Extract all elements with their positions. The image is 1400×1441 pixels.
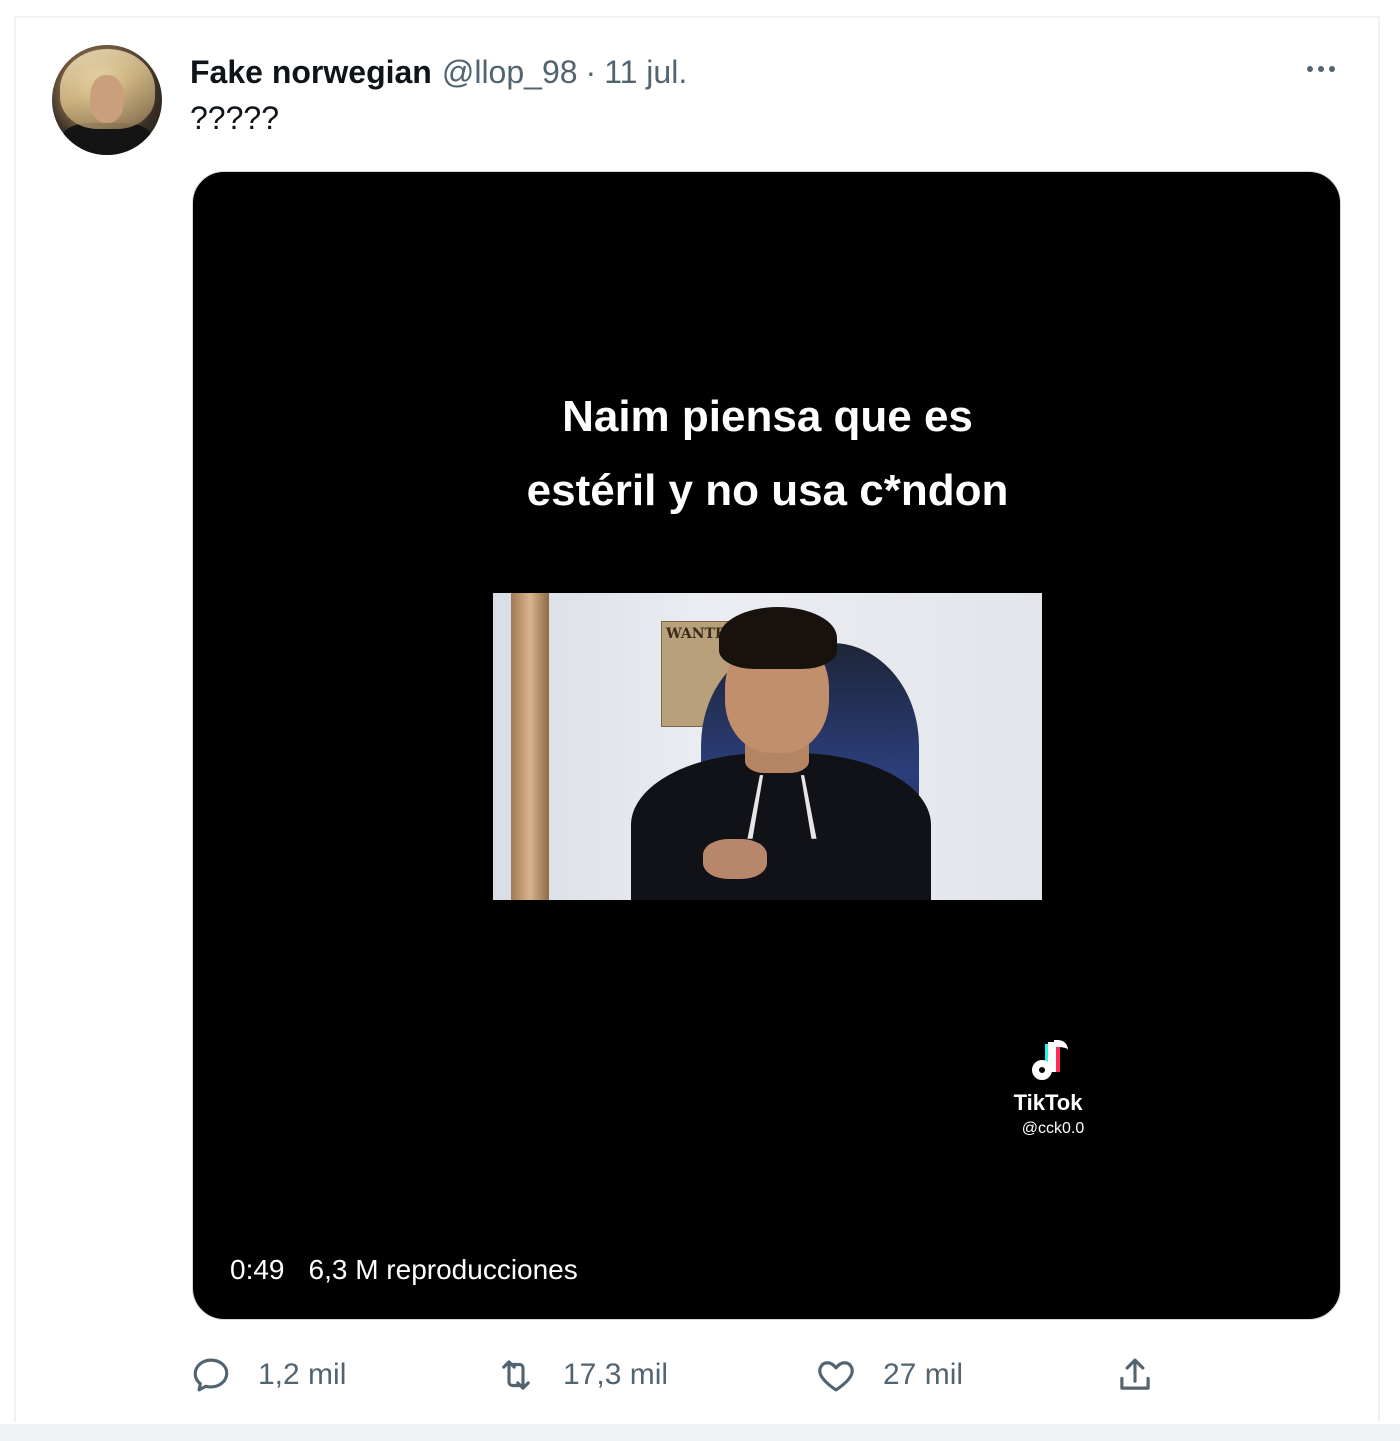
next-tweet-divider — [0, 1424, 1400, 1441]
share-icon — [1120, 1358, 1150, 1390]
reply-button[interactable]: 1,2 mil — [190, 1350, 346, 1400]
avatar-face — [90, 75, 124, 123]
avatar[interactable] — [52, 45, 162, 155]
heart-icon — [818, 1361, 854, 1392]
more-dot — [1307, 66, 1313, 72]
door-frame — [511, 593, 549, 900]
video-views: 6,3 M reproducciones — [308, 1254, 578, 1285]
video-caption: Naim piensa que es estéril y no usa c*nd… — [193, 380, 1340, 528]
tiktok-icon-bowl — [1032, 1060, 1052, 1080]
more-icon[interactable] — [1300, 54, 1342, 84]
person-hand — [703, 839, 767, 879]
tweet-actions: 1,2 mil 17,3 mil 27 mil — [190, 1350, 1350, 1400]
person-hair — [719, 607, 837, 669]
author-name[interactable]: Fake norwegian — [190, 54, 432, 91]
video-duration: 0:49 — [230, 1254, 285, 1285]
retweet-count: 17,3 mil — [563, 1358, 669, 1391]
tiktok-icon-flag — [1054, 1040, 1068, 1059]
tweet-header: Fake norwegian @llop_98 · 11 jul. — [190, 52, 687, 92]
like-count: 27 mil — [883, 1358, 964, 1391]
like-button[interactable]: 27 mil — [815, 1350, 963, 1400]
tweet-date[interactable]: 11 jul. — [604, 54, 687, 91]
share-button[interactable] — [1114, 1350, 1156, 1400]
tiktok-username: @cck0.0 — [1021, 1120, 1085, 1137]
reply-count: 1,2 mil — [258, 1358, 347, 1391]
video-player[interactable]: Naim piensa que es estéril y no usa c*nd… — [192, 171, 1341, 1320]
tiktok-brand: TikTok — [1013, 1090, 1083, 1115]
tiktok-icon — [1028, 1038, 1068, 1086]
reply-icon — [193, 1358, 229, 1392]
tiktok-watermark: TikTok @cck0.0 — [993, 1038, 1103, 1138]
caption-line-2: estéril y no usa c*ndon — [526, 466, 1009, 515]
tweet-text: ????? — [190, 100, 279, 136]
retweet-icon — [502, 1360, 530, 1390]
separator-dot: · — [585, 53, 597, 90]
video-frame: WANTED — [493, 593, 1042, 900]
person-collar — [747, 775, 817, 839]
retweet-button[interactable]: 17,3 mil — [495, 1350, 668, 1400]
more-dot — [1318, 66, 1324, 72]
more-dot — [1329, 66, 1335, 72]
video-meta: 0:49 6,3 M reproducciones — [230, 1254, 578, 1286]
caption-line-1: Naim piensa que es — [562, 392, 973, 441]
author-handle[interactable]: @llop_98 — [442, 54, 578, 91]
